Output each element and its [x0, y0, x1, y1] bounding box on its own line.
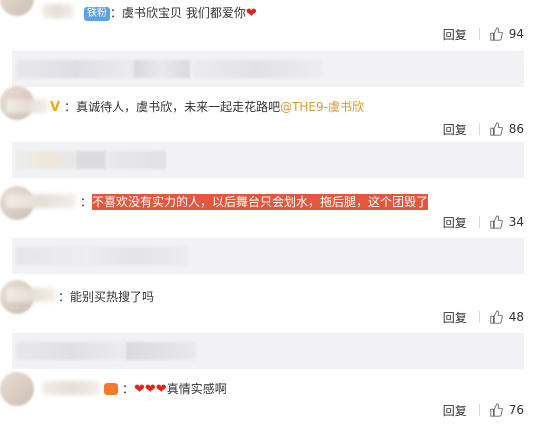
heart-icon: ❤❤❤ [134, 382, 167, 397]
like-count: 86 [508, 122, 524, 136]
verified-icon: V [50, 100, 61, 115]
username[interactable] [6, 288, 56, 302]
reply-button[interactable]: 回复 [443, 121, 467, 138]
divider [478, 123, 480, 135]
avatar[interactable] [0, 0, 34, 16]
fan-heart-badge-icon [104, 383, 118, 395]
comment-item: 铁粉 ：虞书欣宝贝 我们都爱你❤ 回复 94 [0, 0, 538, 48]
highlighted-text: 不喜欢没有实力的人，以后舞台只会划水，拖后腿，这个团毁了 [92, 194, 429, 210]
comment-text: ：不喜欢没有实力的人，以后舞台只会划水，拖后腿，这个团毁了 [80, 194, 429, 210]
comment-item: V ：真诚待人，虞书欣，未来一起走花路吧@THE9-虞书欣 回复 86 [0, 86, 538, 140]
comment-item: ：不喜欢没有实力的人，以后舞台只会划水，拖后腿，这个团毁了 回复 34 [0, 186, 538, 234]
comment-actions: 回复 76 [443, 402, 524, 418]
reply-button[interactable]: 回复 [443, 402, 467, 419]
subcomment-preview[interactable] [12, 142, 524, 178]
divider [478, 216, 480, 228]
divider [478, 28, 480, 40]
comment-actions: 回复 86 [443, 121, 524, 137]
avatar[interactable] [0, 372, 34, 406]
reply-button[interactable]: 回复 [443, 309, 467, 326]
like-count: 48 [508, 310, 524, 324]
like-count: 94 [508, 27, 524, 41]
thumbs-up-icon[interactable] [489, 122, 503, 136]
thumbs-up-icon[interactable] [489, 215, 503, 229]
thumbs-up-icon[interactable] [489, 310, 503, 324]
reply-button[interactable]: 回复 [443, 214, 467, 231]
thumbs-up-icon[interactable] [489, 403, 503, 417]
comment-text: V ：真诚待人，虞书欣，未来一起走花路吧@THE9-虞书欣 [50, 100, 364, 115]
like-count: 76 [508, 403, 524, 417]
comment-text: ：能别买热搜了吗 [58, 290, 155, 304]
subcomment-preview[interactable] [12, 238, 524, 274]
divider [478, 404, 480, 416]
username[interactable] [6, 194, 76, 208]
like-count: 34 [508, 215, 524, 229]
comment-item: ：❤❤❤真情实感啊 回复 76 [0, 372, 538, 426]
username[interactable] [42, 4, 74, 18]
fan-badge: 铁粉 [84, 7, 110, 21]
divider [478, 311, 480, 323]
subcomment-preview[interactable] [12, 333, 524, 369]
comment-item: ：能别买热搜了吗 回复 48 [0, 280, 538, 328]
heart-icon: ❤ [245, 6, 257, 21]
mention-link[interactable]: @THE9-虞书欣 [280, 100, 364, 114]
username[interactable] [42, 381, 100, 395]
comment-text: 铁粉 ：虞书欣宝贝 我们都爱你❤ [84, 4, 257, 21]
comment-actions: 回复 94 [443, 26, 524, 42]
reply-button[interactable]: 回复 [443, 26, 467, 43]
comment-actions: 回复 48 [443, 309, 524, 325]
username[interactable] [6, 99, 48, 113]
comment-actions: 回复 34 [443, 214, 524, 230]
thumbs-up-icon[interactable] [489, 27, 503, 41]
subcomment-preview[interactable] [12, 51, 524, 87]
comment-text: ：❤❤❤真情实感啊 [104, 380, 227, 397]
